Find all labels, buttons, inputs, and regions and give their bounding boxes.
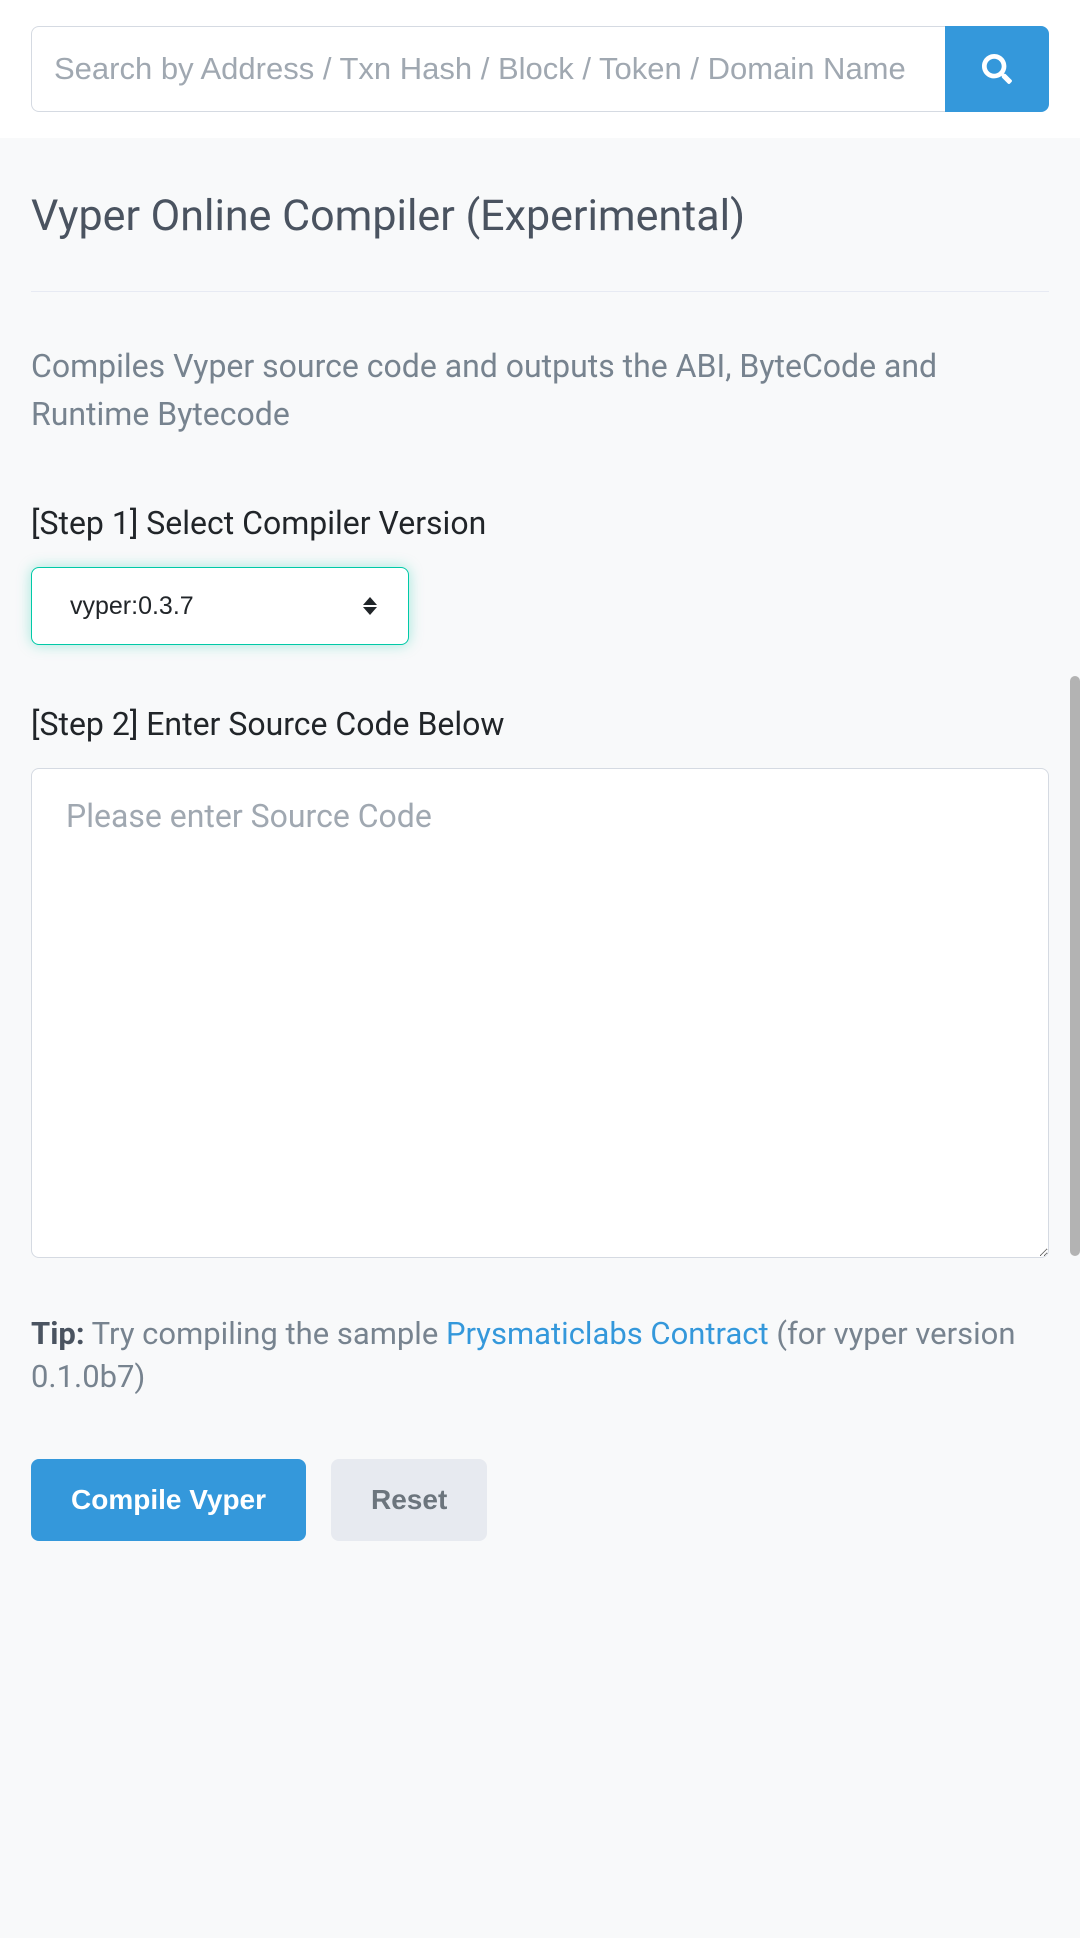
step2-label: [Step 2] Enter Source Code Below xyxy=(31,705,1049,743)
search-input[interactable] xyxy=(31,26,945,112)
reset-button[interactable]: Reset xyxy=(331,1459,487,1541)
compiler-version-select[interactable]: vyper:0.3.7 xyxy=(31,567,409,645)
compile-button[interactable]: Compile Vyper xyxy=(31,1459,306,1541)
button-row: Compile Vyper Reset xyxy=(31,1459,1049,1541)
scrollbar[interactable] xyxy=(1070,676,1080,1256)
divider xyxy=(31,291,1049,292)
version-select-wrapper: vyper:0.3.7 xyxy=(31,567,409,645)
step1-label: [Step 1] Select Compiler Version xyxy=(31,504,1049,542)
description-text: Compiles Vyper source code and outputs t… xyxy=(31,342,1049,438)
tip-text: Tip: Try compiling the sample Prysmaticl… xyxy=(31,1312,1049,1399)
search-button[interactable] xyxy=(945,26,1049,112)
source-code-textarea[interactable] xyxy=(31,768,1049,1258)
search-bar xyxy=(0,0,1080,138)
prysmaticlabs-link[interactable]: Prysmaticlabs Contract xyxy=(446,1315,769,1352)
tip-before-text: Try compiling the sample xyxy=(85,1315,446,1352)
main-content: Vyper Online Compiler (Experimental) Com… xyxy=(0,138,1080,1938)
search-icon xyxy=(982,54,1012,84)
page-title: Vyper Online Compiler (Experimental) xyxy=(31,169,1049,241)
tip-label: Tip: xyxy=(31,1315,85,1352)
